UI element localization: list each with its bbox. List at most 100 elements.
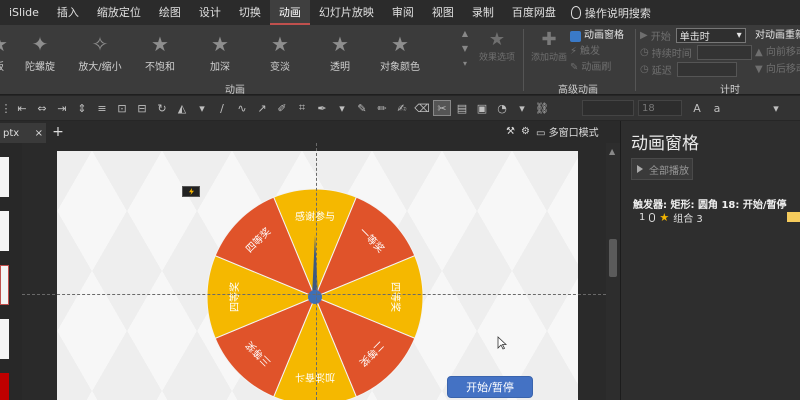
dropdown-icon[interactable]: ▾ (333, 100, 351, 116)
document-tab[interactable]: ptx × (0, 123, 46, 143)
timeline-bar[interactable] (787, 212, 800, 222)
anim-label: 加深 (210, 61, 230, 73)
close-icon[interactable]: × (35, 128, 43, 139)
menu-zoom[interactable]: 缩放定位 (88, 0, 150, 25)
menu-draw[interactable]: 绘图 (150, 0, 190, 25)
slide-thumbnail[interactable] (0, 157, 9, 197)
eraser-icon[interactable]: ⌫ (413, 100, 431, 116)
highlighter-icon[interactable]: ✏ (373, 100, 391, 116)
font-size-field[interactable]: 18 (638, 100, 682, 116)
animation-painter-button[interactable]: ✎ 动画刷 (570, 60, 630, 76)
star-icon: ★ (659, 210, 670, 224)
slide-editor: 感谢参与 一等奖 四等奖 二等奖 加油奋斗 三等奖 四等奖 四等奖 开始/暂停 (22, 143, 606, 400)
scribble-icon[interactable]: ✐ (273, 100, 291, 116)
tell-me-search[interactable]: 操作说明搜索 (570, 5, 651, 21)
tool-icon[interactable]: ⋮ (1, 100, 12, 116)
anim-item-desaturate[interactable]: ★ 不饱和 (130, 27, 190, 79)
start-select[interactable]: 单击时 ▾ (675, 28, 746, 43)
anim-item-darken[interactable]: ★ 加深 (190, 27, 250, 79)
marker-icon[interactable]: ✍ (393, 100, 411, 116)
menu-animations[interactable]: 动画 (269, 0, 310, 25)
delay-input[interactable] (676, 62, 737, 77)
menu-insert[interactable]: 插入 (48, 0, 88, 25)
vertical-scrollbar[interactable]: ▲ (606, 143, 620, 400)
star-icon: ★ (391, 31, 409, 56)
animation-pane-button[interactable]: 动画窗格 (570, 28, 630, 44)
multi-window-button[interactable]: ▭ 多窗口模式 (536, 124, 599, 139)
slide-canvas[interactable]: 感谢参与 一等奖 四等奖 二等奖 加油奋斗 三等奖 四等奖 四等奖 开始/暂停 (57, 151, 578, 400)
eyedropper-icon[interactable]: ✒ (313, 100, 331, 116)
send-back-icon[interactable]: ⊟ (133, 100, 151, 116)
align-icon[interactable]: ⇤ (13, 100, 31, 116)
menu-baidu[interactable]: 百度网盘 (503, 0, 565, 25)
gallery-scroll[interactable]: ▲ ▼ ▾ (460, 29, 470, 77)
trigger-button[interactable]: ⚡ 触发 (570, 44, 630, 60)
add-animation-button[interactable]: ✚ 添加动画 (528, 29, 570, 79)
scrollbar-thumb[interactable] (609, 239, 617, 277)
more-icon[interactable]: ▾ (767, 100, 785, 116)
menu-transitions[interactable]: 切换 (230, 0, 270, 25)
star-icon: ★ (271, 31, 289, 56)
move-earlier-button[interactable]: ▲ 向前移动 (755, 44, 800, 61)
anim-item-lighten[interactable]: ★ 变淡 (250, 27, 310, 79)
link-icon[interactable]: ⛓ (533, 100, 551, 116)
anim-item-grow[interactable]: ✧ 放大/缩小 (70, 27, 130, 79)
image-icon[interactable]: ▣ (473, 100, 491, 116)
dropdown-icon[interactable]: ▾ (513, 100, 531, 116)
slide-thumbnail[interactable] (0, 319, 9, 359)
crop-icon[interactable]: ⌗ (293, 100, 311, 116)
rotate-icon[interactable]: ↻ (153, 100, 171, 116)
slide-thumbnail-active[interactable] (0, 265, 9, 305)
anim-item-object-color[interactable]: ★ 对象颜色 (370, 27, 430, 79)
align-right-icon[interactable]: ⇥ (53, 100, 71, 116)
menu-design[interactable]: 设计 (190, 0, 230, 25)
star-icon: ★ (331, 31, 349, 56)
vertical-guide (316, 143, 317, 400)
chevron-up-icon[interactable]: ▲ (462, 29, 468, 38)
move-later-button[interactable]: ▼ 向后移动 (755, 61, 800, 78)
shrink-font-icon[interactable]: a (708, 100, 726, 116)
star-icon: ★ (488, 29, 506, 50)
effect-options-button[interactable]: ★ 效果选项 (474, 29, 520, 79)
lightbulb-icon (570, 6, 581, 19)
curve-icon[interactable]: ∿ (233, 100, 251, 116)
font-name-field[interactable] (582, 100, 634, 116)
chevron-down-icon[interactable]: ▼ (462, 44, 468, 53)
menu-slideshow[interactable]: 幻灯片放映 (310, 0, 383, 25)
bring-front-icon[interactable]: ⊡ (113, 100, 131, 116)
distribute-icon[interactable]: ⇕ (73, 100, 91, 116)
duration-input[interactable] (696, 45, 752, 60)
slide-thumbnails (0, 143, 22, 400)
dropdown-icon[interactable]: ▾ (193, 100, 211, 116)
line-icon[interactable]: ∕ (213, 100, 231, 116)
play-all-button[interactable]: 全部播放 (631, 158, 693, 180)
slide-thumbnail[interactable] (0, 211, 9, 251)
shapes-icon[interactable]: ◔ (493, 100, 511, 116)
stack-icon[interactable]: ≡ (93, 100, 111, 116)
animation-list-item[interactable]: 1 ★ 组合 3 (639, 210, 800, 225)
scroll-up-icon[interactable]: ▲ (609, 147, 615, 156)
menu-review[interactable]: 审阅 (383, 0, 423, 25)
textbox-icon[interactable]: ▤ (453, 100, 471, 116)
fill-icon[interactable]: ◭ (173, 100, 191, 116)
group-label-timing: 计时 (720, 85, 740, 96)
trigger-lightning-icon[interactable] (182, 186, 200, 197)
prize-wheel[interactable]: 感谢参与一等奖四等奖二等奖加油奋斗三等奖四等奖四等奖 (204, 186, 426, 400)
menu-record[interactable]: 录制 (463, 0, 503, 25)
grow-font-icon[interactable]: A (688, 100, 706, 116)
tools-icon[interactable]: ⚒ (506, 126, 515, 137)
align-center-icon[interactable]: ⇔ (33, 100, 51, 116)
anim-item-0[interactable]: ★板 (0, 27, 10, 79)
add-tab-button[interactable]: + (50, 123, 66, 141)
menu-islide[interactable]: iSlide (0, 0, 48, 25)
gear-icon[interactable]: ⚙ (521, 126, 530, 137)
expand-icon[interactable]: ▾ (463, 59, 467, 68)
menu-view[interactable]: 视图 (423, 0, 463, 25)
animation-tool-icon[interactable]: ✂ (433, 100, 451, 116)
slide-thumbnail[interactable] (0, 373, 9, 400)
start-pause-button[interactable]: 开始/暂停 (447, 376, 533, 398)
anim-item-spin[interactable]: ✦ 陀螺旋 (10, 27, 70, 79)
polyline-icon[interactable]: ↗ (253, 100, 271, 116)
anim-item-transparency[interactable]: ★ 透明 (310, 27, 370, 79)
pen-icon[interactable]: ✎ (353, 100, 371, 116)
